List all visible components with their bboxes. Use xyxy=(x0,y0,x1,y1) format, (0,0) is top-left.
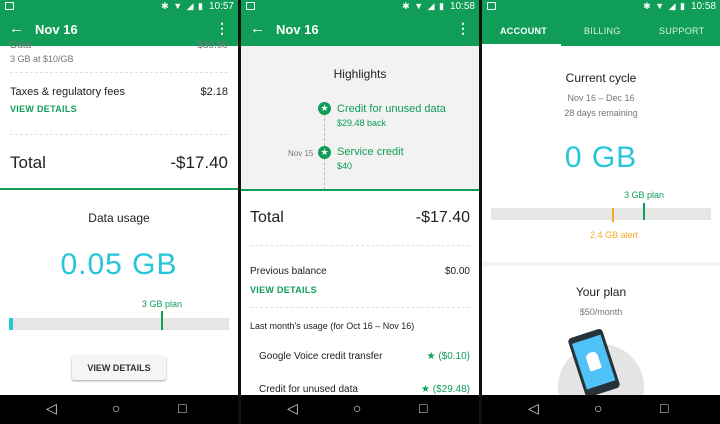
nav-home-icon[interactable]: ○ xyxy=(112,400,120,416)
plan-marker xyxy=(161,311,163,330)
tab-bar: ACCOUNT BILLING SUPPORT xyxy=(482,14,720,46)
plan-heading: Your plan xyxy=(575,285,627,299)
plan-marker xyxy=(643,203,645,220)
usage-bar-fill xyxy=(9,318,13,330)
status-time: 10:58 xyxy=(449,1,475,12)
data-sub: 3 GB at $10/GB xyxy=(10,54,74,64)
android-nav-bar: ◁ ○ □ xyxy=(0,395,238,424)
nav-home-icon[interactable]: ○ xyxy=(594,400,602,416)
current-cycle-card: Current cycle Nov 16 – Dec 16 28 days re… xyxy=(482,46,720,262)
plan-marker-label: 3 GB plan xyxy=(624,190,665,200)
previous-balance-label: Previous balance xyxy=(250,266,327,277)
total-label: Total xyxy=(10,153,46,172)
view-details-link[interactable]: VIEW DETAILS xyxy=(250,285,317,295)
section-divider xyxy=(0,188,238,190)
star-icon: ★ xyxy=(421,384,433,395)
tab-support[interactable]: SUPPORT xyxy=(659,26,704,36)
usage-row-amount-value: ($0.10) xyxy=(438,351,470,362)
nav-recents-icon[interactable]: □ xyxy=(419,400,427,416)
usage-row-amount: ★ ($29.48) xyxy=(421,384,470,395)
cycle-heading: Current cycle xyxy=(565,71,637,85)
nav-back-icon[interactable]: ◁ xyxy=(528,400,539,417)
your-plan-card: Your plan $50/month xyxy=(482,266,720,424)
usage-bar xyxy=(491,203,711,222)
page-title: Nov 16 xyxy=(276,22,319,37)
tab-billing[interactable]: BILLING xyxy=(584,26,621,36)
total-amount: -$17.40 xyxy=(170,153,228,172)
usage-heading: Data usage xyxy=(88,211,150,225)
nav-recents-icon[interactable]: □ xyxy=(178,400,186,416)
nav-recents-icon[interactable]: □ xyxy=(660,400,668,416)
usage-bar xyxy=(9,311,229,330)
total-label: Total xyxy=(250,209,284,226)
star-icon: ★ xyxy=(318,146,331,159)
highlights-heading: Highlights xyxy=(333,67,387,81)
back-arrow-icon[interactable]: ← xyxy=(250,20,265,37)
usage-row-amount-value: ($29.48) xyxy=(432,384,470,395)
previous-balance-amount: $0.00 xyxy=(444,266,470,277)
highlight-2-title: Service credit xyxy=(337,146,404,158)
data-label: Data xyxy=(10,40,32,51)
nav-home-icon[interactable]: ○ xyxy=(353,400,361,416)
status-time: 10:58 xyxy=(690,1,716,12)
highlights-section: Highlights ★ Credit for unused data $29.… xyxy=(241,46,479,190)
android-nav-bar: ◁ ○ □ xyxy=(482,395,720,424)
last-month-usage-heading: Last month's usage (for Oct 16 – Nov 16) xyxy=(250,321,415,331)
usage-row-label: Credit for unused data xyxy=(259,384,358,395)
alert-marker-label: 2.4 GB alert xyxy=(590,230,639,240)
status-bar: ✱ ▼ ◢ ▮ 10:57 xyxy=(0,0,238,14)
total-amount: -$17.40 xyxy=(415,209,470,226)
highlight-2-date: Nov 15 xyxy=(288,149,314,158)
usage-row-amount: ★ ($0.10) xyxy=(427,351,470,362)
usage-row-label: Google Voice credit transfer xyxy=(259,351,383,362)
view-details-link[interactable]: VIEW DETAILS xyxy=(10,104,77,114)
cycle-dates: Nov 16 – Dec 16 xyxy=(567,93,635,103)
view-details-button[interactable]: VIEW DETAILS xyxy=(72,356,166,380)
data-amount: $30.00 xyxy=(197,40,228,51)
cycle-remaining: 28 days remaining xyxy=(564,108,638,118)
highlight-1-title: Credit for unused data xyxy=(337,103,446,115)
status-icons: ✱ ▼ ◢ ▮ xyxy=(402,1,445,11)
status-icons: ✱ ▼ ◢ ▮ xyxy=(643,1,686,11)
plan-price: $50/month xyxy=(579,307,623,317)
nav-back-icon[interactable]: ◁ xyxy=(46,400,57,417)
star-icon: ★ xyxy=(318,102,331,115)
account-panel: ✱ ▼ ◢ ▮ 10:58 ACCOUNT BILLING SUPPORT Cu… xyxy=(482,0,720,424)
page-title: Nov 16 xyxy=(35,22,78,37)
highlight-2-sub: $40 xyxy=(337,161,353,171)
taxes-amount: $2.18 xyxy=(200,86,228,98)
status-bar: ✱ ▼ ◢ ▮ 10:58 xyxy=(241,0,479,14)
billing-statement-panel: ✱ ▼ ◢ ▮ 10:57 ← Nov 16 ⋮ Data $30.00 3 G… xyxy=(0,0,238,424)
star-icon: ★ xyxy=(426,351,439,362)
android-robot-icon xyxy=(584,350,602,372)
usage-value: 0.05 GB xyxy=(60,248,178,281)
section-divider xyxy=(241,189,479,191)
image-notification-icon xyxy=(487,2,496,10)
more-options-icon[interactable]: ⋮ xyxy=(456,20,470,37)
usage-value: 0 GB xyxy=(564,141,638,174)
status-bar: ✱ ▼ ◢ ▮ 10:58 xyxy=(482,0,720,14)
tab-account[interactable]: ACCOUNT xyxy=(500,26,547,36)
nav-back-icon[interactable]: ◁ xyxy=(287,400,298,417)
more-options-icon[interactable]: ⋮ xyxy=(215,20,229,37)
image-notification-icon xyxy=(246,2,255,10)
highlight-1-sub: $29.48 back xyxy=(337,118,387,128)
statement-highlights-panel: ✱ ▼ ◢ ▮ 10:58 ← Nov 16 ⋮ Highlights ★ Cr… xyxy=(241,0,479,424)
plan-marker-label: 3 GB plan xyxy=(142,299,183,309)
back-arrow-icon[interactable]: ← xyxy=(9,20,24,37)
status-time: 10:57 xyxy=(208,1,234,12)
status-icons: ✱ ▼ ◢ ▮ xyxy=(161,1,204,11)
android-nav-bar: ◁ ○ □ xyxy=(241,395,479,424)
taxes-label: Taxes & regulatory fees xyxy=(10,86,125,98)
app-toolbar: ← Nov 16 ⋮ xyxy=(241,14,479,46)
alert-marker xyxy=(612,208,614,222)
image-notification-icon xyxy=(5,2,14,10)
